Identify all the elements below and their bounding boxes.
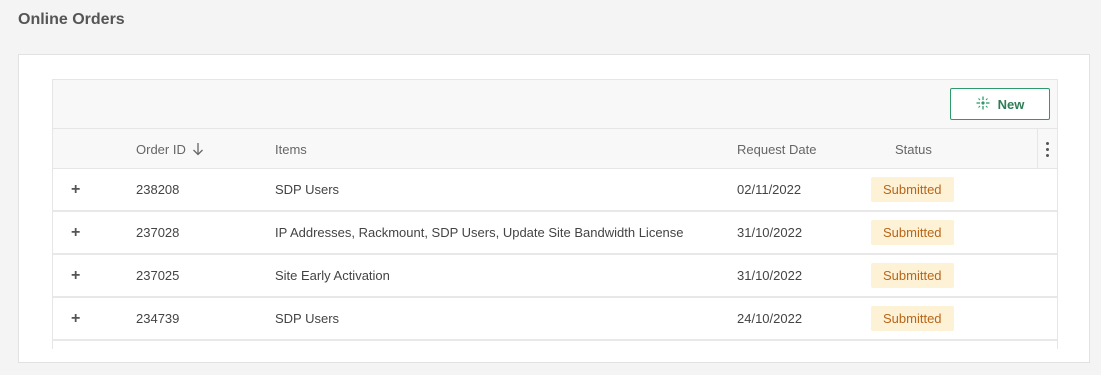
column-header-status[interactable]: Status	[895, 129, 932, 169]
expand-row-button[interactable]: +	[71, 255, 80, 296]
column-label-order-id: Order ID	[136, 141, 186, 157]
table-toolbar: New	[53, 80, 1057, 129]
sparkle-icon	[976, 96, 990, 113]
new-button-label: New	[997, 96, 1025, 112]
request-date-cell: 31/10/2022	[737, 225, 803, 240]
table-row[interactable]: + 237025 Site Early Activation 31/10/202…	[53, 255, 1057, 298]
table-header: Order ID Items Request Date Status	[53, 129, 1057, 169]
status-badge: Submitted	[871, 177, 954, 202]
request-date-cell: 02/11/2022	[737, 182, 802, 197]
order-id-cell: 237028	[136, 225, 180, 240]
table-row[interactable]: + 237028 IP Addresses, Rackmount, SDP Us…	[53, 212, 1057, 255]
status-badge: Submitted	[871, 263, 954, 288]
new-order-button[interactable]: New	[950, 88, 1050, 120]
column-header-items[interactable]: Items	[275, 129, 307, 169]
expand-row-button[interactable]: +	[71, 169, 80, 210]
expand-row-button[interactable]: +	[71, 212, 80, 253]
items-cell: SDP Users	[275, 182, 340, 197]
kebab-icon	[1046, 141, 1049, 157]
page-title: Online Orders	[18, 11, 125, 28]
items-cell: Site Early Activation	[275, 268, 390, 283]
expand-row-button[interactable]: +	[71, 298, 80, 339]
items-cell: IP Addresses, Rackmount, SDP Users, Upda…	[275, 225, 684, 240]
request-date-cell: 31/10/2022	[737, 268, 803, 283]
orders-card: New Order ID Items Request Date Status +…	[18, 54, 1090, 363]
request-date-cell: 24/10/2022	[737, 311, 803, 326]
orders-table: New Order ID Items Request Date Status +…	[52, 79, 1058, 349]
table-row[interactable]: + 234739 SDP Users 24/10/2022 Submitted	[53, 298, 1057, 341]
order-id-cell: 238208	[136, 182, 180, 197]
order-id-cell: 234739	[136, 311, 180, 326]
status-badge: Submitted	[871, 220, 954, 245]
column-header-request-date[interactable]: Request Date	[737, 129, 817, 169]
items-cell: SDP Users	[275, 311, 340, 326]
table-row[interactable]: + 238208 SDP Users 02/11/2022 Submitted	[53, 169, 1057, 212]
status-badge: Submitted	[871, 306, 954, 331]
order-id-cell: 237025	[136, 268, 180, 283]
column-header-order-id[interactable]: Order ID	[136, 129, 204, 169]
arrow-down-icon	[192, 143, 203, 156]
column-menu-button[interactable]	[1037, 129, 1057, 169]
